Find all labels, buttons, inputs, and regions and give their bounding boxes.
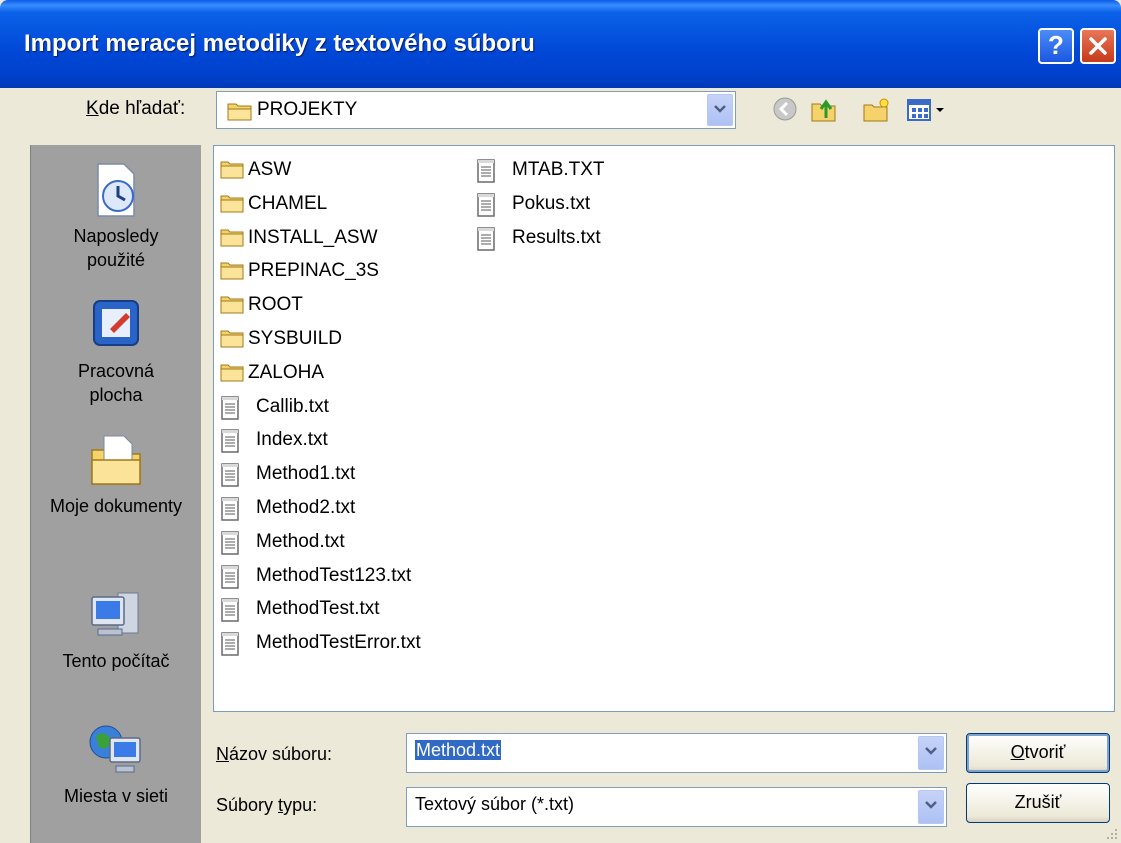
file-name: ZALOHA [248, 361, 325, 383]
new-folder-icon[interactable] [862, 96, 890, 124]
chevron-down-icon [714, 105, 726, 113]
text-file-icon [221, 395, 239, 420]
folder-icon [227, 103, 252, 121]
text-file-icon [477, 159, 495, 183]
chevron-down-icon [925, 747, 937, 755]
file-name: INSTALL_ASW [248, 226, 378, 248]
back-icon[interactable] [772, 96, 798, 122]
up-folder-icon[interactable] [810, 96, 838, 124]
file-name: ASW [248, 159, 292, 180]
text-file-icon [477, 193, 495, 217]
filetype-label: Súbory typu: [216, 795, 318, 815]
folder-icon [220, 364, 244, 382]
file-name: Callib.txt [256, 395, 329, 417]
place-my-computer-label: Tento počítač [62, 651, 170, 671]
place-network-label: Miesta v sieti [63, 786, 169, 806]
file-name: SYSBUILD [248, 328, 342, 349]
places-bar: Naposledy použité Pracovná plocha Moje d… [30, 145, 201, 843]
folder-icon [220, 296, 244, 314]
file-name: Pokus.txt [512, 192, 591, 214]
title-bar[interactable]: Import meracej metodiky z textového súbo… [0, 0, 1121, 88]
file-name: PREPINAC_3S [248, 260, 379, 282]
text-file-icon [221, 463, 239, 487]
file-list[interactable]: ASW CHAMEL INSTALL_ASW PREPINAC_3S ROOT SYSBU… [213, 145, 1115, 712]
place-network[interactable]: Miesta v sieti [31, 720, 201, 808]
file-name: ROOT [248, 294, 303, 316]
filename-dropdown-button[interactable] [918, 736, 944, 770]
file-name: Results.txt [512, 226, 601, 248]
place-my-computer[interactable]: Tento počítač [31, 585, 201, 673]
file-name: Index.txt [256, 429, 328, 451]
look-in-label: Kde hľadať: [86, 98, 186, 119]
folder-icon [220, 195, 244, 213]
file-name: Method2.txt [256, 497, 356, 518]
my-computer-icon [91, 592, 139, 636]
resize-grip-icon[interactable] [1105, 827, 1119, 841]
text-file-icon [477, 226, 495, 251]
place-my-documents[interactable]: Moje dokumenty [31, 430, 201, 518]
desktop-icon [93, 300, 139, 346]
place-desktop[interactable]: Pracovná plocha [31, 295, 201, 407]
network-places-icon [89, 725, 141, 773]
view-menu-icon[interactable] [906, 96, 950, 124]
place-my-documents-label: Moje dokumenty [49, 496, 183, 516]
folder-icon [220, 229, 244, 247]
look-in-dropdown-button[interactable] [707, 94, 733, 126]
open-button[interactable]: Otvoriť [966, 733, 1110, 773]
close-button[interactable] [1080, 28, 1116, 64]
file-name: MethodTest123.txt [256, 564, 412, 586]
file-name: Method1.txt [256, 463, 356, 485]
cancel-button[interactable]: Zrušiť [966, 783, 1110, 823]
text-file-icon [221, 564, 239, 589]
place-desktop-label: Pracovná [77, 361, 155, 381]
place-recent-label: Naposledy [73, 226, 159, 246]
place-desktop-label-2: plocha [89, 385, 143, 405]
filename-input[interactable]: Method.txt [406, 733, 947, 773]
text-file-icon [221, 531, 239, 555]
file-name: MethodTest.txt [256, 598, 380, 620]
close-icon [1089, 37, 1107, 55]
look-in-value: PROJEKTY [257, 99, 358, 120]
file-name: CHAMEL [248, 192, 328, 214]
filetype-value: Textový súbor (*.txt) [415, 794, 575, 814]
folder-icon [220, 330, 244, 348]
my-documents-icon [91, 435, 141, 485]
folder-icon [220, 262, 244, 280]
help-button[interactable]: ? [1038, 28, 1074, 64]
file-name: MethodTestError.txt [256, 632, 421, 654]
open-file-dialog: Import meracej metodiky z textového súbo… [0, 0, 1121, 843]
folder-icon [220, 161, 244, 179]
filetype-dropdown-button[interactable] [918, 790, 944, 824]
recent-documents-icon [97, 163, 135, 217]
window-title: Import meracej metodiky z textového súbo… [24, 30, 535, 57]
place-recent[interactable]: Naposledy použité [31, 160, 201, 272]
text-file-icon [221, 598, 239, 623]
filename-label: Názov súboru: [216, 744, 333, 764]
chevron-down-icon [925, 801, 937, 809]
file-name: MTAB.TXT [512, 159, 605, 180]
look-in-combo[interactable]: PROJEKTY [216, 91, 736, 129]
place-recent-label-2: použité [86, 250, 146, 270]
filename-value: Method.txt [415, 740, 502, 760]
file-name: Method.txt [256, 530, 345, 552]
text-file-icon [221, 632, 239, 656]
filetype-select[interactable]: Textový súbor (*.txt) [406, 787, 947, 827]
text-file-icon [221, 429, 239, 454]
text-file-icon [221, 497, 239, 521]
